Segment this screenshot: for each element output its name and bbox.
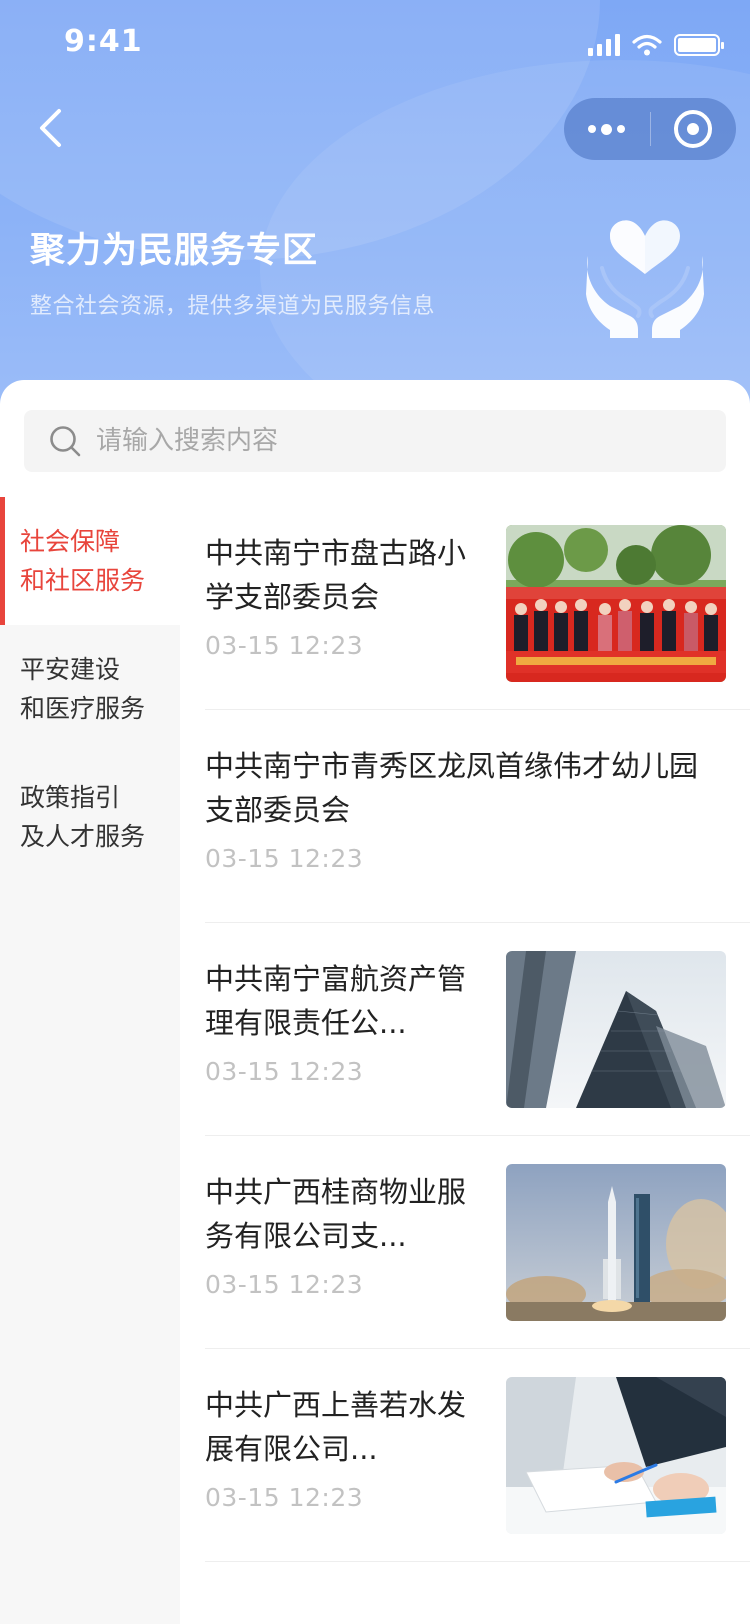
item-title: 中共南宁富航资产管理有限责任公... (205, 962, 467, 1040)
sidebar-item-label-line2: 及人才服务 (20, 822, 146, 851)
list-item[interactable]: 中共广西桂商物业服务有限公司支... 03-15 12:23 (205, 1136, 750, 1349)
skyscraper-image (506, 951, 726, 1108)
item-timestamp: 03-15 12:23 (205, 1057, 364, 1086)
content-panel: 社会保障 和社区服务 平安建设 和医疗服务 政策指引 及人才服务 中共南宁市盘古… (0, 380, 750, 1624)
hands-heart-icon (586, 220, 704, 338)
close-miniprogram-button[interactable] (651, 98, 737, 160)
sidebar-item-policy-talent[interactable]: 政策指引 及人才服务 (0, 753, 180, 881)
rocket-launch-image (506, 1164, 726, 1321)
page-subtitle: 整合社会资源，提供多渠道为民服务信息 (30, 294, 436, 319)
status-time: 9:41 (64, 24, 143, 59)
item-thumbnail (506, 525, 726, 682)
sidebar-item-safety-medical[interactable]: 平安建设 和医疗服务 (0, 625, 180, 753)
more-button[interactable] (564, 98, 650, 160)
back-button[interactable] (28, 106, 72, 150)
item-title: 中共南宁市盘古路小学支部委员会 (205, 536, 467, 614)
group-photo-image (506, 525, 726, 682)
list-item[interactable]: 中共南宁市青秀区龙凤首缘伟才幼儿园支部委员会 03-15 12:23 (205, 710, 750, 923)
page-title: 聚力为民服务专区 (30, 231, 319, 271)
item-timestamp: 03-15 12:23 (205, 1483, 364, 1512)
item-title: 中共广西桂商物业服务有限公司支... (205, 1175, 467, 1253)
list-item[interactable]: 中共南宁市盘古路小学支部委员会 03-15 12:23 (205, 497, 750, 710)
wifi-icon (632, 34, 662, 56)
item-timestamp: 03-15 12:23 (205, 1270, 364, 1299)
cellular-signal-icon (588, 34, 620, 56)
more-dots-icon (588, 123, 626, 135)
sidebar-item-label-line1: 平安建设 (20, 655, 121, 684)
search-icon (50, 426, 81, 457)
item-timestamp: 03-15 12:23 (205, 631, 364, 660)
article-list: 中共南宁市盘古路小学支部委员会 03-15 12:23 中共南宁市青秀区龙凤首缘… (205, 497, 750, 1562)
item-thumbnail (506, 1164, 726, 1321)
page-header: 9:41 聚力为民服务专区 整合社会资源，提供多渠道为民服务信息 (0, 0, 750, 420)
target-circle-icon (674, 110, 713, 148)
category-sidebar: 社会保障 和社区服务 平安建设 和医疗服务 政策指引 及人才服务 (0, 497, 180, 1624)
item-thumbnail (506, 951, 726, 1108)
status-bar: 9:41 (0, 0, 750, 88)
search-bar[interactable] (24, 410, 726, 472)
sidebar-item-label-line2: 和社区服务 (20, 566, 146, 595)
list-item[interactable]: 中共广西上善若水发展有限公司... 03-15 12:23 (205, 1349, 750, 1562)
item-timestamp: 03-15 12:23 (205, 844, 364, 873)
item-thumbnail (506, 1377, 726, 1534)
status-icons (588, 30, 724, 60)
sidebar-item-label-line2: 和医疗服务 (20, 694, 146, 723)
miniprogram-capsule (564, 98, 736, 160)
search-input[interactable] (96, 426, 656, 456)
list-item[interactable]: 中共南宁富航资产管理有限责任公... 03-15 12:23 (205, 923, 750, 1136)
sidebar-item-label-line1: 社会保障 (20, 527, 121, 556)
item-title: 中共南宁市青秀区龙凤首缘伟才幼儿园支部委员会 (205, 749, 699, 827)
item-title: 中共广西上善若水发展有限公司... (205, 1388, 467, 1466)
office-meeting-image (506, 1377, 726, 1534)
battery-icon (674, 34, 724, 56)
sidebar-item-social-security[interactable]: 社会保障 和社区服务 (0, 497, 180, 625)
sidebar-item-label-line1: 政策指引 (20, 783, 121, 812)
chevron-left-icon (40, 109, 61, 147)
